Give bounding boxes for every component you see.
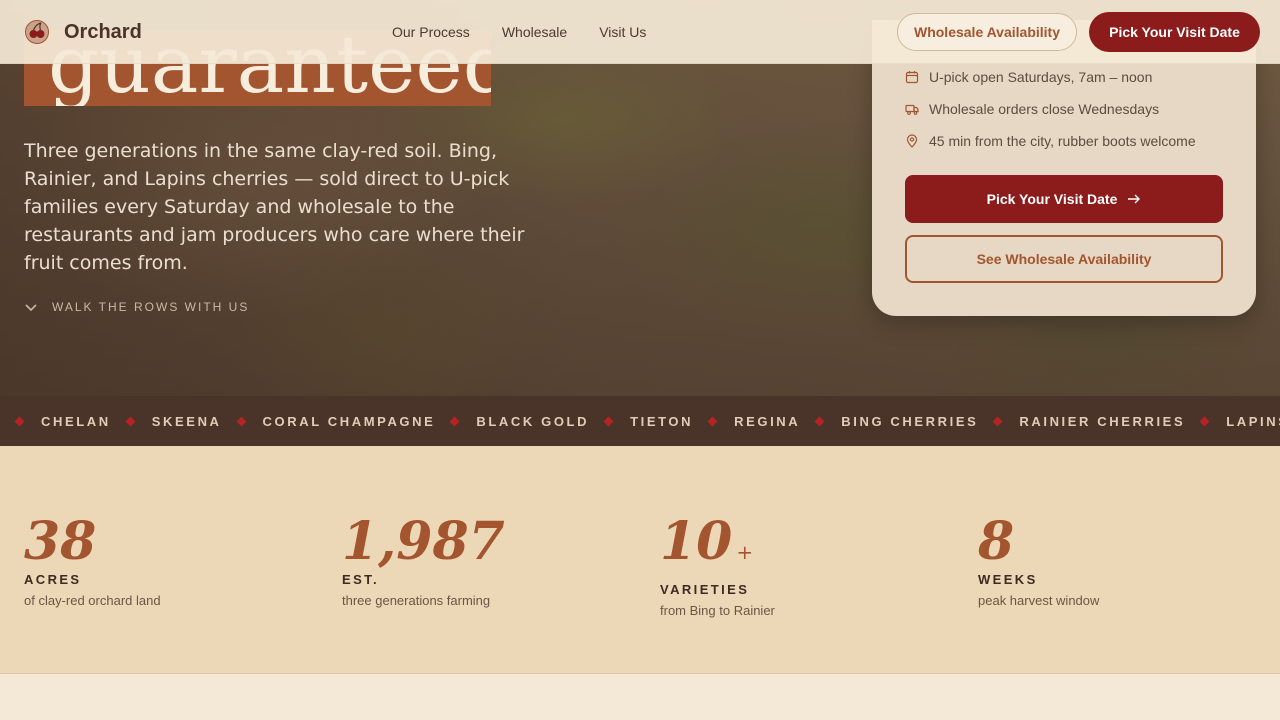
ticker-label: CORAL CHAMPAGNE [262,413,436,429]
stat-label: VARIETIES [660,582,750,597]
cherry-logo-icon [25,20,49,44]
stat-desc: of clay-red orchard land [24,593,161,608]
logo[interactable]: Orchard [24,19,142,45]
nav-link-our-process[interactable]: Our Process [392,24,470,40]
ticker-item: TIETON [589,414,693,429]
ticker-label: SKEENA [151,413,222,429]
calendar-icon [905,71,919,84]
stat-value: 10 + [660,511,754,572]
nav-links: Our Process Wholesale Visit Us [392,24,646,40]
stat-label: EST. [342,572,380,587]
stat-established: 1,987 EST. three generations farming [342,511,509,609]
visit-card: U-pick open Saturdays, 7am – noon Wholes… [872,20,1256,316]
brand-name: Orchard [64,20,142,43]
stat-value: 1,987 [342,511,505,572]
see-wholesale-label: See Wholesale Availability [976,251,1152,267]
card-item-text: U-pick open Saturdays, 7am – noon [929,69,1153,85]
ticker-label: TIETON [630,413,694,429]
diamond-icon [992,416,1003,426]
card-item-text: Wholesale orders close Wednesdays [929,101,1160,117]
stat-acres: 38 ACRES of clay-red orchard land [24,511,161,609]
ticker-item: LAPINS [1185,414,1280,429]
ticker-item: CHELAN [0,414,111,429]
arrow-right-icon [1128,194,1141,204]
nav-link-visit-us[interactable]: Visit Us [599,24,646,40]
diamond-icon [814,416,825,426]
ticker-item: RAINIER CHERRIES [978,414,1185,429]
nav-link-wholesale[interactable]: Wholesale [502,24,567,40]
top-nav: Orchard Our Process Wholesale Visit Us W… [0,0,1280,64]
ticker-label: REGINA [734,413,801,429]
walk-rows-link[interactable]: WALK THE ROWS WITH US [24,300,249,314]
card-item-upick: U-pick open Saturdays, 7am – noon [905,69,1152,85]
stat-desc: peak harvest window [978,593,1100,608]
stat-desc: three generations farming [342,593,491,608]
ticker-item: BLACK GOLD [435,414,589,429]
diamond-icon [236,416,246,426]
stat-label: ACRES [24,572,82,587]
stat-varieties: 10 + VARIETIES from Bing to Rainier [660,511,775,619]
walk-rows-label: WALK THE ROWS WITH US [52,300,250,314]
hero-description: Three generations in the same clay-red s… [24,140,525,274]
stat-value: 38 [24,511,97,572]
diamond-icon [125,416,136,426]
ticker-item: SKEENA [111,414,222,429]
chevron-down-icon [25,304,37,312]
card-item-wholesale: Wholesale orders close Wednesdays [905,101,1159,117]
nav-pick-visit-date-button[interactable]: Pick Your Visit Date [1089,12,1260,52]
see-wholesale-button[interactable]: See Wholesale Availability [905,235,1223,283]
stat-value: 8 [978,511,1015,572]
pick-visit-date-button[interactable]: Pick Your Visit Date [905,175,1223,223]
diamond-icon [1199,416,1210,426]
stat-desc: from Bing to Rainier [660,603,775,618]
diamond-icon [707,416,718,426]
card-item-text: 45 min from the city, rubber boots welco… [929,133,1196,149]
pick-visit-date-label: Pick Your Visit Date [986,191,1118,207]
stat-weeks: 8 WEEKS peak harvest window [978,511,1100,609]
ticker-label: BLACK GOLD [476,413,590,429]
diamond-icon [14,416,25,426]
variety-ticker: CHELAN SKEENA CORAL CHAMPAGNE BLACK GOLD… [0,396,1280,446]
ticker-label: CHELAN [41,413,111,429]
stats-section: 38 ACRES of clay-red orchard land 1,987 … [0,446,1280,674]
wholesale-availability-button[interactable]: Wholesale Availability [897,13,1077,51]
stat-label: WEEKS [978,572,1038,587]
truck-icon [905,104,919,115]
ticker-item: REGINA [693,414,800,429]
ticker-label: BING CHERRIES [841,413,979,429]
diamond-icon [449,416,460,426]
map-pin-icon [906,134,918,148]
card-item-location: 45 min from the city, rubber boots welco… [905,133,1196,149]
ticker-label: LAPINS [1226,413,1280,429]
diamond-icon [603,416,614,426]
ticker-item: CORAL CHAMPAGNE [222,414,436,429]
ticker-item: BING CHERRIES [800,414,978,429]
ticker-label: RAINIER CHERRIES [1019,413,1186,429]
